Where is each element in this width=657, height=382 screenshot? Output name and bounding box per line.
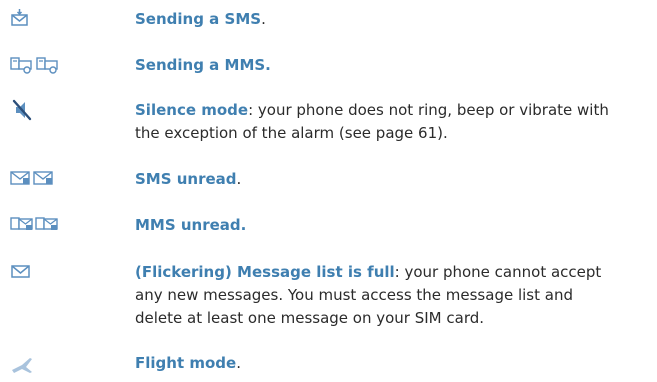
entry-body: . xyxy=(236,354,241,372)
entry-title: MMS unread. xyxy=(135,216,247,234)
entry-text: SMS unread. xyxy=(135,168,615,191)
mms-unread-icon xyxy=(10,217,58,230)
icon-cell xyxy=(0,168,110,190)
entry-title: SMS unread xyxy=(135,170,237,188)
entry-title: Sending a SMS xyxy=(135,10,262,28)
icon-cell xyxy=(0,214,110,236)
sms-unread-icon xyxy=(10,171,53,185)
entry-text: MMS unread. xyxy=(135,214,615,237)
icon-cell xyxy=(0,352,110,374)
sending-sms-icon xyxy=(11,9,28,26)
entry-body: . xyxy=(236,170,242,188)
entry-text: Sending a SMS. xyxy=(135,8,615,31)
entry-title: Flight mode xyxy=(135,354,237,372)
entry-text: Flight mode. xyxy=(135,352,615,375)
icon-cell xyxy=(0,99,110,121)
icon-legend-page: { "entries": [ { "icon": "sending-sms-ic… xyxy=(0,0,657,382)
entry-body: . xyxy=(261,10,266,28)
message-list-full-icon xyxy=(11,265,30,278)
icon-cell xyxy=(0,8,110,30)
entry-title: Silence mode xyxy=(135,101,249,119)
icon-cell xyxy=(0,261,110,283)
entry-text: (Flickering) Message list is full: your … xyxy=(135,261,615,330)
sending-mms-icon xyxy=(10,57,58,74)
flight-mode-icon xyxy=(12,358,32,373)
silence-mode-icon xyxy=(12,99,32,121)
icon-cell xyxy=(0,54,110,76)
entry-title: Sending a MMS. xyxy=(135,56,271,74)
entry-text: Sending a MMS. xyxy=(135,54,615,77)
entry-text: Silence mode: your phone does not ring, … xyxy=(135,99,615,145)
entry-title: (Flickering) Message list is full xyxy=(135,263,395,281)
